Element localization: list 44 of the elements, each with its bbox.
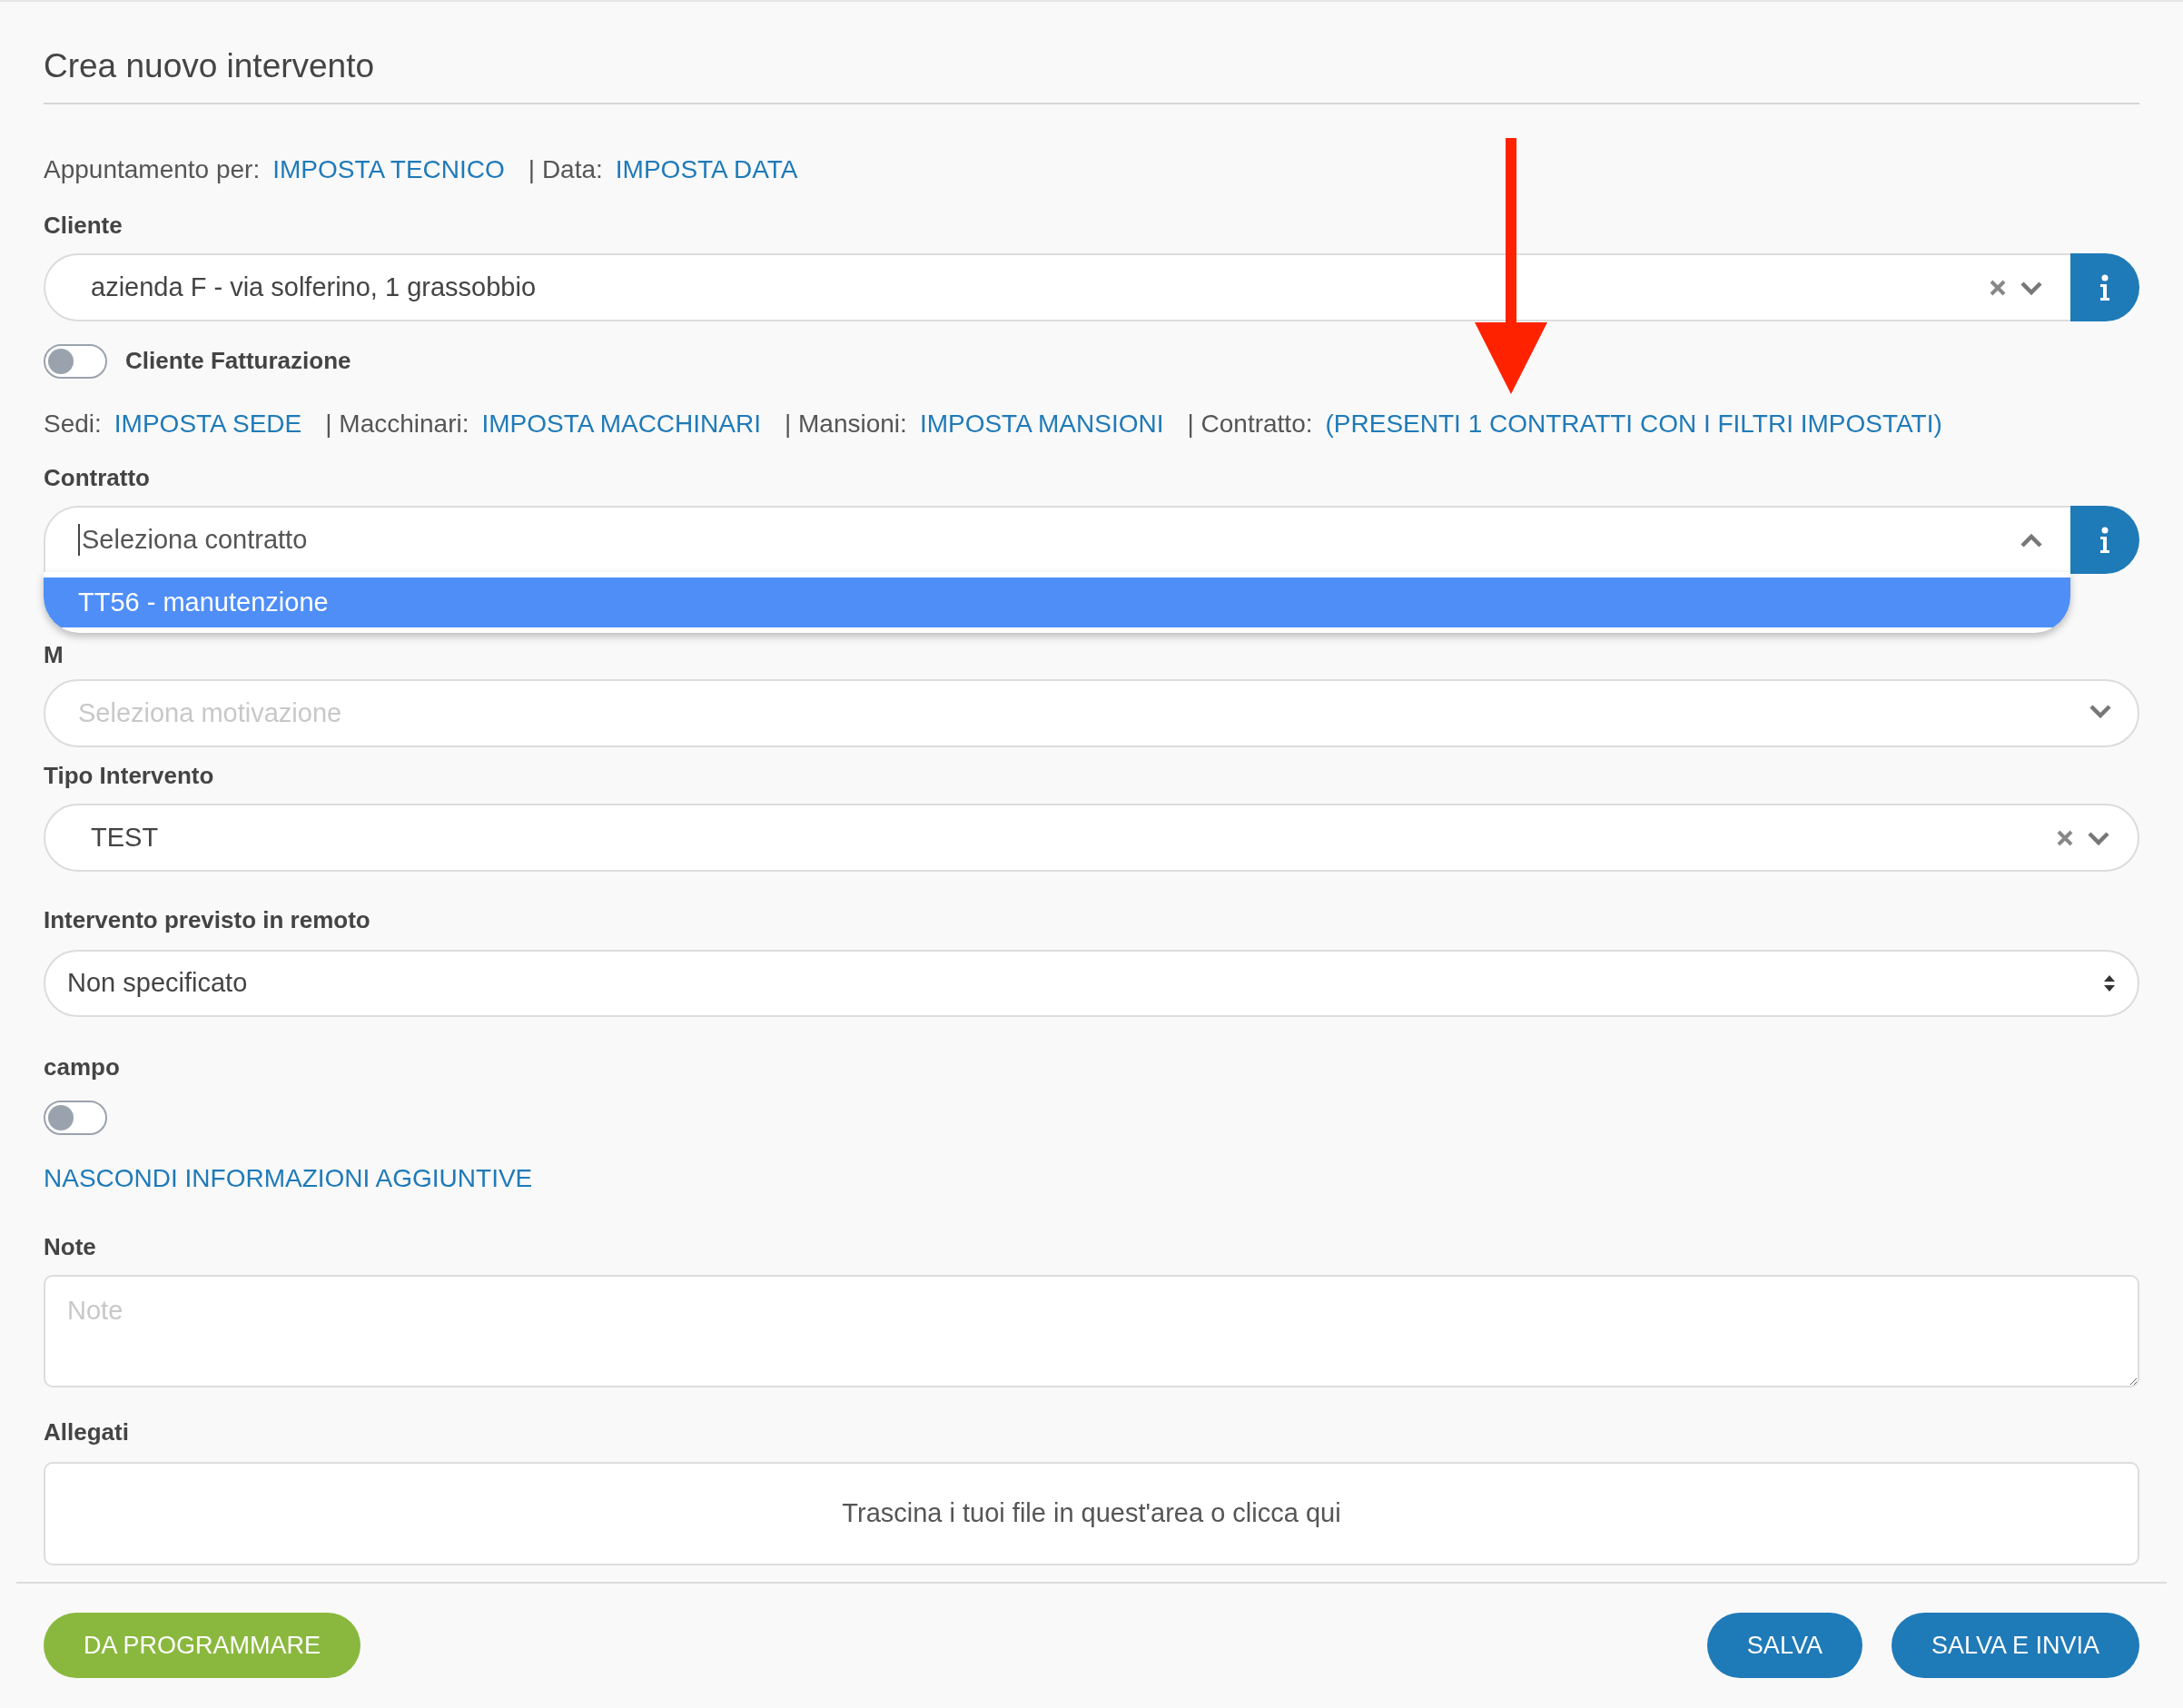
toggle-switch[interactable] — [44, 343, 107, 379]
action-button[interactable]: DA PROGRAMMARE — [44, 1613, 361, 1678]
info-icon — [2099, 526, 2111, 554]
chevron-down-icon[interactable] — [2087, 830, 2110, 845]
chevron-up-icon[interactable] — [2020, 532, 2043, 548]
field-label: Tipo Intervento — [44, 764, 215, 787]
link[interactable]: IMPOSTA DATA — [615, 157, 798, 183]
file-dropzone[interactable]: Trascina i tuoi file in quest'area o clicca qui — [44, 1462, 2139, 1565]
page-title: Crea nuovo intervento — [44, 49, 376, 86]
dropdown-option[interactable]: TT56 - manutenzione — [44, 578, 2070, 627]
field-label: Contratto — [44, 466, 151, 489]
info-button[interactable] — [2070, 253, 2139, 321]
link[interactable]: IMPOSTA SEDE — [114, 411, 302, 437]
info-label: | Macchinari: — [325, 411, 469, 437]
field-label: campo — [44, 1055, 121, 1079]
toggle-label: Cliente Fatturazione — [125, 346, 351, 376]
link[interactable]: IMPOSTA MACCHINARI — [481, 411, 761, 437]
action-button[interactable]: SALVA — [1706, 1613, 1862, 1678]
toggle-info-link[interactable]: NASCONDI INFORMAZIONI AGGIUNTIVE — [44, 1166, 2139, 1191]
field-label: Intervento previsto in remoto — [44, 908, 371, 932]
sort-arrows-icon — [2103, 973, 2116, 993]
link[interactable]: IMPOSTA MANSIONI — [919, 411, 1164, 437]
info-icon — [2099, 273, 2111, 301]
field-label: M — [44, 643, 64, 666]
client-select[interactable]: azienda F - via solferino, 1 grassobbio — [44, 253, 2070, 321]
field-label: Allegati — [44, 1420, 130, 1444]
info-label: Sedi: — [44, 411, 102, 437]
info-label: Appuntamento per: — [44, 157, 261, 183]
field-label: Note — [44, 1235, 97, 1259]
clear-icon[interactable] — [1989, 278, 2007, 297]
info-label: | Mansioni: — [785, 411, 907, 437]
chevron-down-icon[interactable] — [2089, 704, 2112, 718]
toggle-switch[interactable] — [44, 1101, 107, 1135]
remote-select[interactable]: Non specificato — [44, 950, 2139, 1017]
action-button[interactable]: SALVA E INVIA — [1891, 1613, 2139, 1678]
chevron-down-icon[interactable] — [2020, 280, 2043, 295]
info-label: | Data: — [528, 157, 603, 183]
intervention-type-select[interactable]: TEST — [44, 804, 2139, 872]
info-label: | Contratto: — [1187, 411, 1313, 437]
field-label: Cliente — [44, 213, 123, 237]
link[interactable]: (PRESENTI 1 CONTRATTI CON I FILTRI IMPOSTATI) — [1325, 411, 1942, 437]
clear-icon[interactable] — [2056, 828, 2074, 847]
info-button[interactable] — [2070, 506, 2139, 574]
link[interactable]: IMPOSTA TECNICO — [272, 157, 505, 183]
